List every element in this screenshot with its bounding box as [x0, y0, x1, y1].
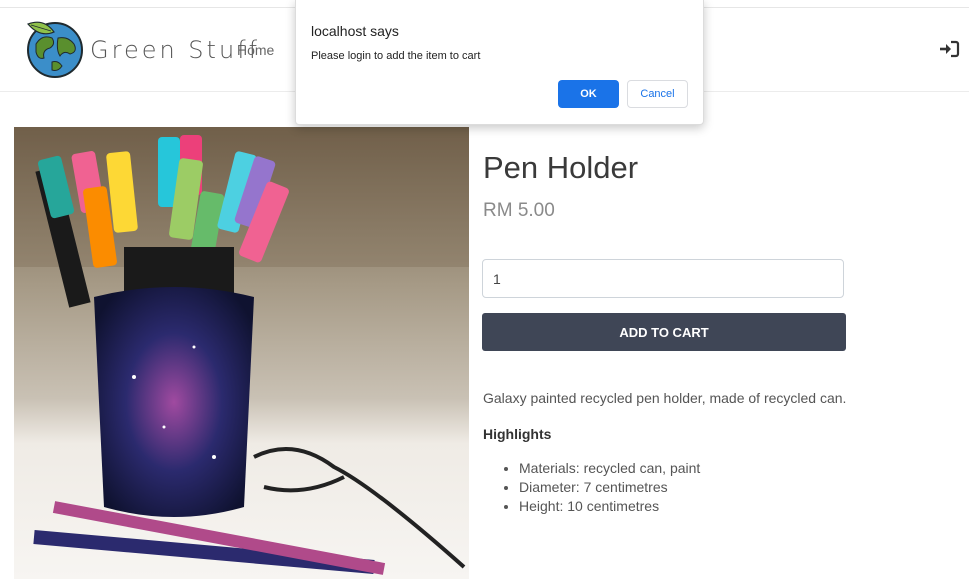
product-image [14, 127, 469, 579]
dialog-cancel-button[interactable]: Cancel [627, 80, 688, 108]
highlights-list: Materials: recycled can, paint Diameter:… [483, 459, 700, 516]
globe-logo-icon[interactable] [22, 14, 88, 80]
sign-in-icon[interactable] [938, 40, 960, 58]
dialog-message: Please login to add the item to cart [311, 50, 481, 62]
alert-dialog: localhost says Please login to add the i… [295, 0, 704, 125]
highlight-item: Height: 10 centimetres [519, 497, 700, 516]
product-description: Galaxy painted recycled pen holder, made… [483, 390, 847, 406]
quantity-input[interactable] [482, 259, 844, 298]
product-title: Pen Holder [483, 150, 639, 185]
highlight-item: Diameter: 7 centimetres [519, 478, 700, 497]
highlights-heading: Highlights [483, 426, 552, 442]
add-to-cart-button[interactable]: ADD TO CART [482, 313, 846, 351]
nav-home-link[interactable]: Home [237, 42, 274, 58]
product-price: RM 5.00 [483, 200, 555, 221]
highlight-item: Materials: recycled can, paint [519, 459, 700, 478]
dialog-title: localhost says [311, 23, 399, 39]
dialog-ok-button[interactable]: OK [558, 80, 619, 108]
brand-name[interactable]: Green Stuff [90, 36, 260, 64]
